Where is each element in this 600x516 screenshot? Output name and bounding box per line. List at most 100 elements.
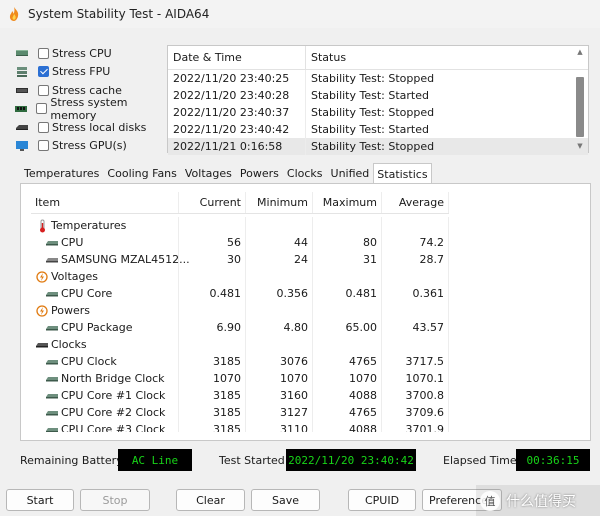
column-header-current[interactable]: Current [179, 192, 246, 213]
stat-item: North Bridge Clock [31, 370, 179, 387]
stress-option-row[interactable]: Stress GPU(s) [14, 137, 164, 156]
log-row[interactable]: 2022/11/20 23:40:37 Stability Test: Stopp… [168, 104, 588, 121]
chip-icon [45, 373, 59, 385]
elapsed-time-label: Elapsed Time: [443, 454, 521, 467]
tab-statistics[interactable]: Statistics [373, 163, 432, 184]
stat-group-row[interactable]: Powers [31, 302, 449, 319]
stat-item: CPU Package [31, 319, 179, 336]
stress-option-label[interactable]: Stress CPU [52, 47, 112, 60]
clear-button[interactable]: Clear [176, 489, 245, 511]
column-header-status[interactable]: Status [306, 46, 572, 69]
stat-row[interactable]: SAMSUNG MZAL4512... 30 24 31 28.7 [31, 251, 449, 268]
stat-row[interactable]: CPU 56 44 80 74.2 [31, 234, 449, 251]
stat-row[interactable]: CPU Core #3 Clock 3185 3110 4088 3701.9 [31, 421, 449, 432]
column-header-datetime[interactable]: Date & Time [168, 46, 306, 69]
cache-chip-icon [14, 83, 30, 97]
stat-row[interactable]: CPU Core 0.481 0.356 0.481 0.361 [31, 285, 449, 302]
log-row[interactable]: 2022/11/20 23:40:28 Stability Test: Start… [168, 87, 588, 104]
stress-checkbox[interactable] [38, 140, 49, 152]
battery-readout: AC Line [118, 449, 192, 471]
stat-minimum: 3110 [246, 421, 313, 432]
stat-average: 1070.1 [382, 370, 449, 387]
column-header-item[interactable]: Item [31, 192, 179, 213]
stat-minimum: 0.356 [246, 285, 313, 302]
watermark-logo: 值 [480, 490, 500, 511]
stat-average [382, 302, 449, 319]
log-datetime: 2022/11/21 0:16:58 [168, 138, 306, 155]
stat-group-row[interactable]: Voltages [31, 268, 449, 285]
tab-cooling-fans[interactable]: Cooling Fans [103, 163, 180, 183]
log-status: Stability Test: Started [311, 89, 429, 102]
log-row[interactable]: 2022/11/20 23:40:25 Stability Test: Stopp… [168, 70, 588, 87]
stat-current: 3185 [179, 353, 246, 370]
tab-unified[interactable]: Unified [327, 163, 374, 183]
clock-chip-icon [35, 339, 49, 351]
stop-button[interactable]: Stop [80, 489, 150, 511]
stat-item: Temperatures [31, 217, 179, 234]
tab-clocks[interactable]: Clocks [283, 163, 327, 183]
stress-checkbox[interactable] [38, 66, 49, 78]
stat-item: SAMSUNG MZAL4512... [31, 251, 190, 268]
cpuid-button[interactable]: CPUID [348, 489, 416, 511]
event-log: Date & Time Status 2022/11/20 23:40:25 St… [167, 45, 589, 155]
stress-option-label[interactable]: Stress GPU(s) [52, 139, 127, 152]
stress-options: Stress CPU Stress FPU Stress cache Stress s… [14, 44, 164, 155]
column-header-minimum[interactable]: Minimum [246, 192, 313, 213]
stat-current: 3185 [179, 404, 246, 421]
stat-row[interactable]: CPU Core #2 Clock 3185 3127 4765 3709.6 [31, 404, 449, 421]
log-row[interactable]: 2022/11/20 23:40:42 Stability Test: Start… [168, 121, 588, 138]
stress-option-row[interactable]: Stress local disks [14, 118, 164, 137]
stat-item: CPU Core #1 Clock [31, 387, 179, 404]
stress-option-label[interactable]: Stress local disks [52, 121, 146, 134]
stat-average: 3701.9 [382, 421, 449, 432]
stress-option-row[interactable]: Stress system memory [14, 96, 164, 122]
stat-row[interactable]: CPU Core #1 Clock 3185 3160 4088 3700.8 [31, 387, 449, 404]
watermark: 值 什么值得买 [476, 485, 600, 516]
start-button[interactable]: Start [6, 489, 74, 511]
log-datetime: 2022/11/20 23:40:25 [168, 70, 306, 87]
chip-icon [45, 390, 59, 402]
stat-average [382, 336, 449, 353]
stat-item-label: Clocks [51, 338, 87, 351]
stat-minimum: 4.80 [246, 319, 313, 336]
stress-checkbox[interactable] [36, 103, 48, 115]
disk-drive-icon [14, 120, 30, 134]
stress-option-row[interactable]: Stress FPU [14, 63, 164, 82]
tab-powers[interactable]: Powers [236, 163, 283, 183]
stat-group-row[interactable]: Temperatures [31, 217, 449, 234]
stress-option-row[interactable]: Stress CPU [14, 44, 164, 63]
stress-checkbox[interactable] [38, 121, 49, 133]
stress-checkbox[interactable] [38, 84, 49, 96]
column-header-average[interactable]: Average [382, 192, 449, 213]
tab-temperatures[interactable]: Temperatures [20, 163, 103, 183]
scroll-down-icon[interactable]: ▼ [573, 141, 587, 151]
stat-minimum: 3127 [246, 404, 313, 421]
stat-row[interactable]: CPU Clock 3185 3076 4765 3717.5 [31, 353, 449, 370]
stat-maximum: 80 [313, 234, 382, 251]
event-log-scrollbar[interactable]: ▲ ▼ [573, 47, 587, 151]
stat-row[interactable]: CPU Package 6.90 4.80 65.00 43.57 [31, 319, 449, 336]
scroll-thumb[interactable] [576, 77, 584, 137]
stress-option-label[interactable]: Stress FPU [52, 65, 110, 78]
stat-average: 3717.5 [382, 353, 449, 370]
stat-group-row[interactable]: Clocks [31, 336, 449, 353]
log-row[interactable]: 2022/11/21 0:16:58 Stability Test: Stoppe… [168, 138, 588, 155]
stat-current: 3185 [179, 387, 246, 404]
stat-maximum [313, 217, 382, 234]
stat-average: 74.2 [382, 234, 449, 251]
drive-icon [45, 254, 59, 266]
column-header-maximum[interactable]: Maximum [313, 192, 382, 213]
stat-maximum: 0.481 [313, 285, 382, 302]
stat-item: CPU Core [31, 285, 179, 302]
stress-option-label[interactable]: Stress system memory [50, 96, 164, 122]
save-button[interactable]: Save [251, 489, 320, 511]
stat-row[interactable]: North Bridge Clock 1070 1070 1070 1070.1 [31, 370, 449, 387]
scroll-up-icon[interactable]: ▲ [573, 47, 587, 57]
tab-voltages[interactable]: Voltages [181, 163, 236, 183]
stat-minimum: 1070 [246, 370, 313, 387]
test-started-label: Test Started: [219, 454, 289, 467]
stat-current [179, 268, 246, 285]
stat-item: CPU Clock [31, 353, 179, 370]
stress-checkbox[interactable] [38, 47, 49, 59]
power-icon [35, 304, 49, 317]
